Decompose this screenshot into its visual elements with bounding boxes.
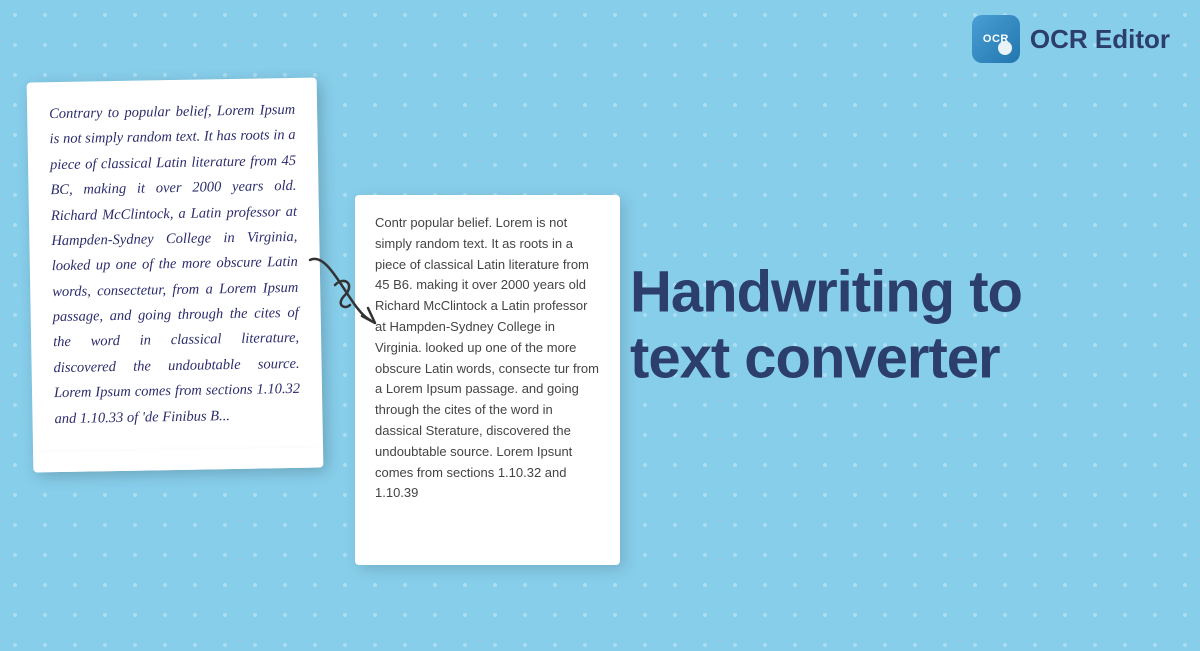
- app-logo: OCR: [972, 15, 1020, 63]
- headline-section: Handwriting to text converter: [630, 259, 1160, 392]
- logo-text: OCR: [983, 33, 1009, 45]
- header: OCR OCR Editor: [942, 0, 1200, 78]
- headline-line2: text converter: [630, 326, 1000, 391]
- headline-line1: Handwriting to: [630, 259, 1022, 324]
- app-title: OCR Editor: [1030, 24, 1170, 55]
- connector-arrow: [290, 230, 410, 350]
- handwriting-document: Contrary to popular belief, Lorem Ipsum …: [27, 77, 324, 472]
- headline-title: Handwriting to text converter: [630, 259, 1160, 392]
- handwriting-text: Contrary to popular belief, Lorem Ipsum …: [49, 98, 301, 432]
